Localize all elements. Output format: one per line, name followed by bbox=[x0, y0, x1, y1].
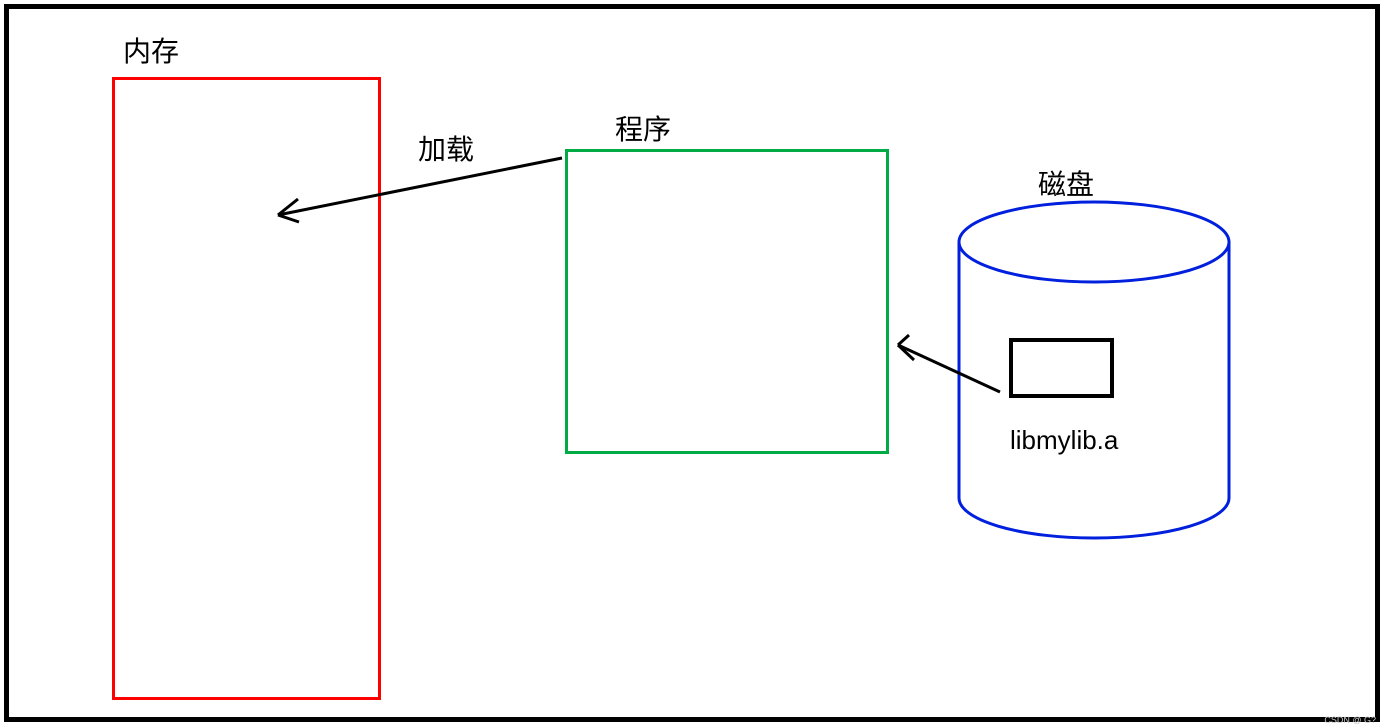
lib-file-label: libmylib.a bbox=[1010, 425, 1118, 456]
memory-label: 内存 bbox=[123, 30, 179, 70]
program-label: 程序 bbox=[615, 108, 671, 148]
memory-box bbox=[112, 77, 381, 700]
program-box bbox=[565, 149, 889, 454]
load-arrow-label: 加载 bbox=[418, 128, 474, 168]
watermark: CSDN @ G? bbox=[1324, 715, 1376, 725]
lib-file-box bbox=[1009, 338, 1114, 398]
disk-label: 磁盘 bbox=[1038, 163, 1094, 203]
